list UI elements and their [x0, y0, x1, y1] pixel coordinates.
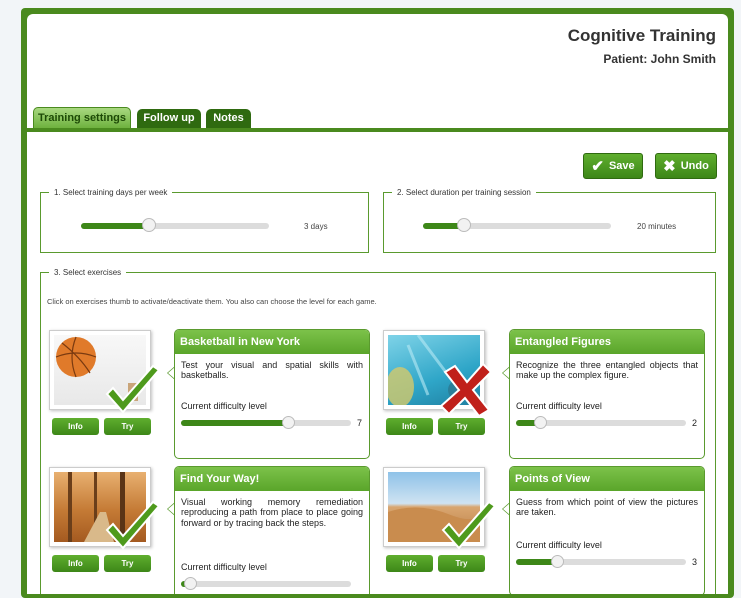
difficulty-slider-handle[interactable] [533, 416, 547, 429]
days-legend: 1. Select training days per week [54, 188, 168, 197]
patient-name: Patient: John Smith [603, 52, 716, 66]
difficulty-slider[interactable] [181, 416, 351, 429]
difficulty-label: Current difficulty level [516, 401, 602, 411]
tab-notes[interactable]: Notes [206, 109, 251, 128]
duration-legend: 2. Select duration per training session [397, 188, 531, 197]
info-button[interactable]: Info [52, 418, 99, 435]
exercises-legend: 3. Select exercises [54, 268, 122, 277]
check-mark-icon [105, 364, 161, 414]
check-mark-icon [105, 500, 161, 550]
duration-slider[interactable] [423, 218, 611, 232]
exercise-description: Guess from which point of view the pictu… [516, 497, 698, 518]
difficulty-slider[interactable] [516, 555, 686, 568]
difficulty-value: 2 [691, 418, 697, 428]
exercise-title: Points of View [510, 467, 704, 491]
tab-training-settings[interactable]: Training settings [33, 107, 131, 128]
difficulty-label: Current difficulty level [181, 562, 267, 572]
info-button[interactable]: Info [386, 555, 433, 572]
difficulty-value: 7 [356, 418, 362, 428]
exercise-card-entangled-figures: Entangled Figures Recognize the three en… [509, 329, 705, 459]
exercise-card-find-your-way: Find Your Way! Visual working memory rem… [174, 466, 370, 594]
difficulty-slider-fill [181, 420, 289, 426]
try-button[interactable]: Try [104, 555, 151, 572]
checkmark-icon: ✔ [591, 157, 604, 175]
exercise-title: Entangled Figures [510, 330, 704, 354]
difficulty-slider[interactable] [516, 416, 686, 429]
app-panel: Cognitive Training Patient: John Smith T… [27, 14, 728, 594]
days-value: 3 days [304, 222, 328, 231]
check-mark-icon [441, 500, 497, 550]
days-slider-handle[interactable] [141, 218, 156, 232]
days-per-week-section: 1. Select training days per week [40, 188, 369, 253]
tab-underline [27, 128, 728, 132]
exercise-description: Recognize the three entangled objects th… [516, 360, 698, 381]
days-slider[interactable] [81, 218, 269, 232]
info-button[interactable]: Info [386, 418, 433, 435]
exercise-card-basketball: Basketball in New York Test your visual … [174, 329, 370, 459]
difficulty-label: Current difficulty level [516, 540, 602, 550]
tab-follow-up[interactable]: Follow up [137, 109, 201, 128]
info-button[interactable]: Info [52, 555, 99, 572]
exercise-title: Find Your Way! [175, 467, 369, 491]
page-title: Cognitive Training [567, 26, 716, 45]
save-button[interactable]: ✔ Save [583, 153, 643, 179]
try-button[interactable]: Try [438, 418, 485, 435]
duration-section: 2. Select duration per training session [383, 188, 716, 253]
duration-value: 20 minutes [637, 222, 677, 231]
try-button[interactable]: Try [104, 418, 151, 435]
difficulty-slider-handle[interactable] [550, 555, 564, 568]
exercises-hint: Click on exercises thumb to activate/dea… [47, 297, 377, 306]
exercise-description: Visual working memory remediation reprod… [181, 497, 363, 528]
days-slider-fill [81, 223, 149, 229]
difficulty-value: 3 [691, 557, 697, 567]
difficulty-slider-handle[interactable] [282, 416, 296, 429]
difficulty-slider-handle[interactable] [183, 577, 197, 590]
cross-mark-icon [439, 362, 493, 418]
save-label: Save [608, 160, 635, 172]
undo-label: Undo [680, 160, 709, 172]
exercise-description: Test your visual and spatial skills with… [181, 360, 363, 381]
try-button[interactable]: Try [438, 555, 485, 572]
difficulty-label: Current difficulty level [181, 401, 267, 411]
exercise-title: Basketball in New York [175, 330, 369, 354]
close-icon: ✖ [663, 157, 676, 175]
undo-button[interactable]: ✖ Undo [655, 153, 717, 179]
exercise-card-points-of-view: Points of View Guess from which point of… [509, 466, 705, 594]
